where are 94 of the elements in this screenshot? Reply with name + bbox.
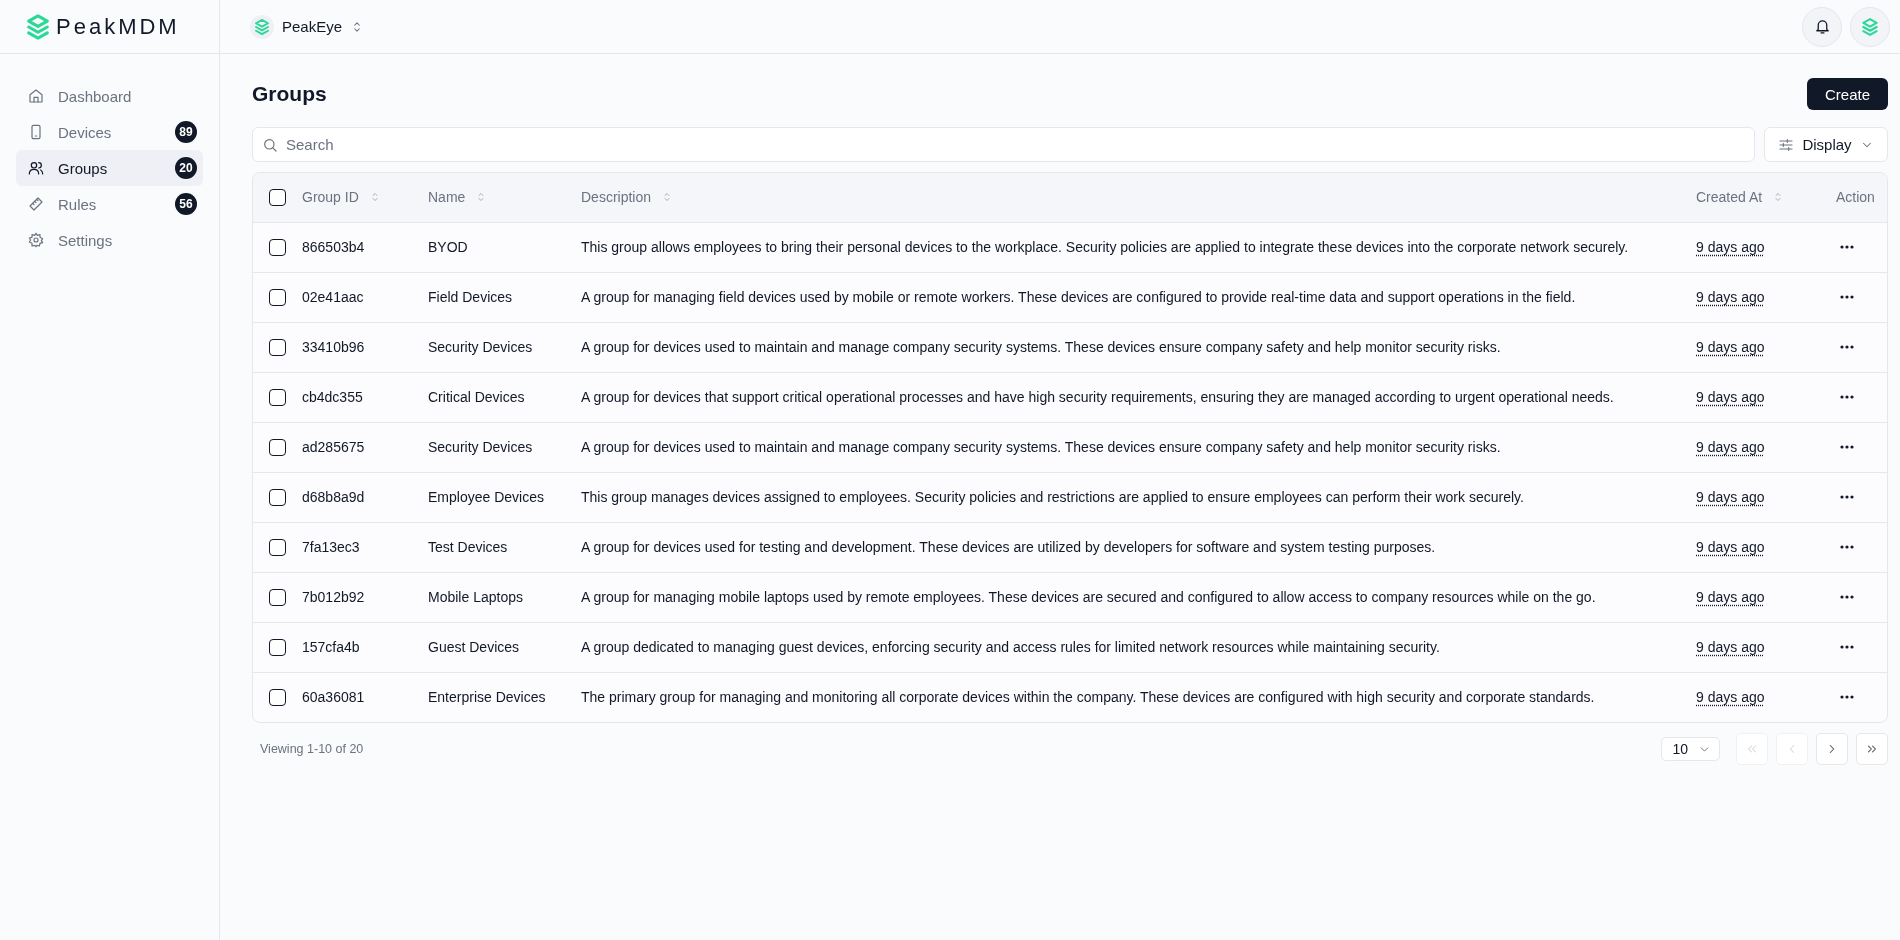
table-cell: 60a36081 [301, 672, 427, 722]
search-field[interactable]: Search [252, 127, 1755, 162]
relative-date: 9 days ago [1696, 489, 1765, 505]
checkbox[interactable] [269, 588, 286, 606]
checkbox[interactable] [269, 388, 286, 406]
table-cell: Critical Devices [427, 372, 580, 422]
ruler-icon [28, 196, 44, 212]
home-icon [28, 88, 44, 104]
relative-date: 9 days ago [1696, 539, 1765, 555]
phone-icon [28, 124, 44, 140]
table-cell: Field Devices [427, 272, 580, 322]
table-cell: 02e41aac [301, 272, 427, 322]
relative-date: 9 days ago [1696, 589, 1765, 605]
table-cell: A group for managing mobile laptops used by remote employees. These devices are secured and configured to allow access to company resources while on the go. [580, 572, 1695, 622]
last-page-button[interactable] [1856, 733, 1888, 765]
table-cell: This group allows employees to bring their personal devices to the workplace. Security policies are applied to integrate these devices into the corporate network securely. [580, 222, 1695, 272]
table-cell: 157cfa4b [301, 622, 427, 672]
table-cell: A group for devices used to maintain and manage company security systems. These devices ensure company safety and help monitor security risks. [580, 422, 1695, 472]
brand-name: PeakMDM [56, 13, 180, 40]
column-header: Action [1836, 189, 1875, 206]
checkbox[interactable] [269, 488, 286, 506]
relative-date: 9 days ago [1696, 389, 1765, 405]
table-cell: The primary group for managing and monitoring all corporate devices within the company. These devices are configured with high security and corporate standards. [580, 672, 1695, 722]
table-cell: d68b8a9d [301, 472, 427, 522]
users-icon [28, 160, 44, 176]
sidebar-item[interactable]: Dashboard [16, 78, 203, 114]
sidebar-item[interactable]: Groups 20 [16, 150, 203, 186]
search-icon [262, 137, 278, 153]
double-chevron-left-icon [1745, 742, 1759, 756]
double-chevron-right-icon [1865, 742, 1879, 756]
pagination-summary: Viewing 1-10 of 20 [260, 742, 364, 756]
table-cell: A group for devices that support critical operational processes and have high security requirements, ensuring they are managed according to urgent operational needs. [580, 372, 1695, 422]
relative-date: 9 days ago [1696, 289, 1765, 305]
more-icon [1840, 395, 1854, 399]
bell-icon [1813, 18, 1831, 35]
relative-date: 9 days ago [1696, 439, 1765, 455]
table-cell: 7b012b92 [301, 572, 427, 622]
table-cell: Security Devices [427, 322, 580, 372]
relative-date: 9 days ago [1696, 339, 1765, 355]
table-cell: A group for managing field devices used by mobile or remote workers. These devices are configured to provide real-time data and support operations in the field. [580, 272, 1695, 322]
more-icon [1840, 645, 1854, 649]
display-button[interactable]: Display [1764, 127, 1888, 162]
table-cell: BYOD [427, 222, 580, 272]
checkbox[interactable] [269, 188, 286, 206]
relative-date: 9 days ago [1696, 689, 1765, 706]
sidebar-item[interactable]: Rules 56 [16, 186, 203, 222]
workspace-switcher[interactable]: PeakEye [250, 14, 365, 39]
table-cell: Security Devices [427, 422, 580, 472]
column-header[interactable]: Name [428, 189, 488, 206]
checkbox[interactable] [269, 688, 286, 706]
table-cell: Guest Devices [427, 622, 580, 672]
table-cell: This group manages devices assigned to employees. Security policies and restrictions are applied to ensure employees can perform their work securely. [580, 472, 1695, 522]
checkbox[interactable] [269, 238, 286, 256]
sidebar-item[interactable]: Devices 89 [16, 114, 203, 150]
checkbox[interactable] [269, 538, 286, 556]
table-cell: Mobile Laptops [427, 572, 580, 622]
table-cell: A group for devices used to maintain and manage company security systems. These devices ensure company safety and help monitor security risks. [580, 322, 1695, 372]
column-header[interactable]: Description [581, 189, 674, 206]
notifications-button[interactable] [1802, 6, 1842, 47]
gear-icon [28, 232, 44, 248]
more-icon [1840, 245, 1854, 249]
create-button[interactable]: Create [1806, 78, 1888, 110]
more-icon [1840, 545, 1854, 549]
sliders-icon [1778, 136, 1795, 153]
count-badge: 89 [175, 121, 197, 143]
table-cell: A group for devices used for testing and development. These devices are utilized by developers for software and system testing purposes. [580, 522, 1695, 572]
relative-date: 9 days ago [1696, 639, 1765, 655]
table-cell: 866503b4 [301, 222, 427, 272]
more-icon [1840, 295, 1854, 299]
table-cell: Test Devices [427, 522, 580, 572]
page-title: Groups [252, 82, 327, 106]
more-icon [1840, 345, 1854, 349]
count-badge: 56 [175, 193, 197, 215]
more-icon [1840, 695, 1854, 700]
checkbox[interactable] [269, 438, 286, 456]
count-badge: 20 [175, 157, 197, 179]
page-size-select[interactable]: 10 [1661, 737, 1720, 761]
checkbox[interactable] [269, 338, 286, 356]
more-icon [1840, 595, 1854, 599]
checkbox[interactable] [269, 288, 286, 306]
logo-icon [1860, 16, 1880, 37]
logo-icon [24, 12, 52, 41]
relative-date: 9 days ago [1696, 239, 1765, 255]
checkbox[interactable] [269, 638, 286, 656]
table-cell: Employee Devices [427, 472, 580, 522]
more-icon [1840, 445, 1854, 449]
table-cell: cb4dc355 [301, 372, 427, 422]
table-cell: 7fa13ec3 [301, 522, 427, 572]
table-cell: ad285675 [301, 422, 427, 472]
table-cell: A group dedicated to managing guest devices, enforcing security and access rules for limited network resources while maintaining security. [580, 622, 1695, 672]
table-cell: Enterprise Devices [427, 672, 580, 722]
table-cell: 33410b96 [301, 322, 427, 372]
more-icon [1840, 495, 1854, 499]
sidebar-item[interactable]: Settings [16, 222, 203, 258]
